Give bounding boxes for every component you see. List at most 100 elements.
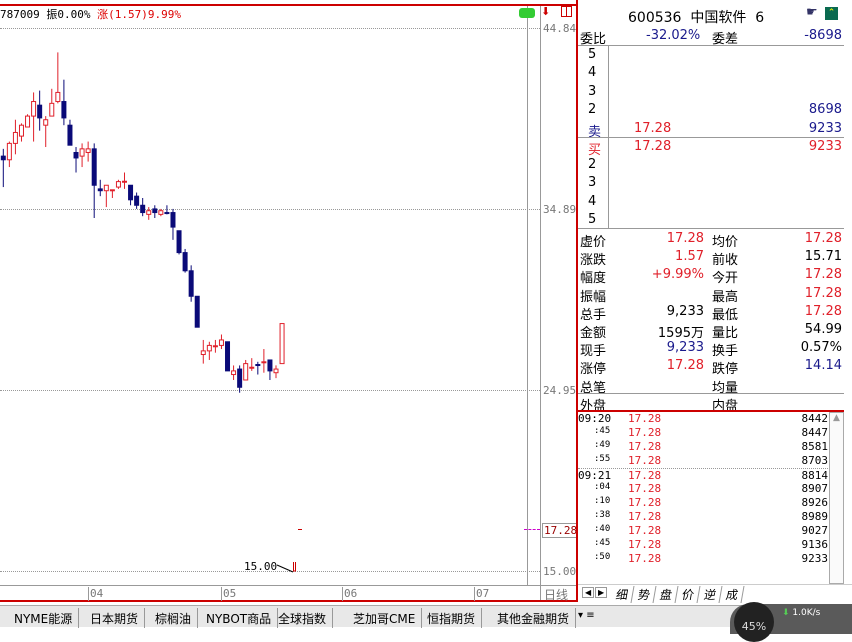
trade-row: :40 17.28 9027 xyxy=(578,524,828,538)
trade-volume: 8926 xyxy=(801,496,829,509)
candle-body xyxy=(188,270,194,297)
candle-body xyxy=(206,344,212,352)
candle-body xyxy=(109,189,115,192)
stat-row: 涨停 17.28 跌停 14.14 xyxy=(580,357,842,378)
candle xyxy=(134,192,140,209)
candle xyxy=(122,172,127,189)
candle-body xyxy=(194,295,200,328)
trade-price: 17.28 xyxy=(628,482,662,495)
candle xyxy=(243,359,249,381)
candle xyxy=(140,197,146,217)
candle-body xyxy=(85,148,91,153)
panel-tab[interactable]: 逆 xyxy=(698,586,723,603)
stat-row: 现手 9,233 换手 0.57% xyxy=(580,339,842,360)
trade-volume: 8703 xyxy=(801,454,829,467)
level-label: 5 xyxy=(588,47,597,62)
stat-value: 9,233 xyxy=(666,340,704,356)
candle xyxy=(115,179,121,189)
trade-time: :45 xyxy=(594,538,611,548)
level-volume: 9233 xyxy=(808,139,842,154)
stat-label: 振幅 xyxy=(580,289,607,305)
trade-price: 17.28 xyxy=(628,538,662,551)
stat-label: 今开 xyxy=(712,271,739,287)
trade-time: :55 xyxy=(594,454,611,464)
stat-row: 幅度 +9.99% 今开 17.28 xyxy=(580,266,842,287)
market-tab[interactable]: 芝加哥CME xyxy=(347,608,423,628)
tab-menu-dropdown-icon[interactable]: ▾ ≡ xyxy=(578,610,595,621)
diff-value: -8698 xyxy=(804,28,842,43)
stat-label: 跌停 xyxy=(712,362,739,378)
candle-body xyxy=(182,252,188,272)
candle-body xyxy=(273,368,279,374)
candle xyxy=(6,141,12,168)
period-label[interactable]: 日线 xyxy=(544,586,568,603)
candle xyxy=(18,123,24,142)
month-label: 07 xyxy=(474,587,490,601)
market-tab[interactable]: 全球指数 xyxy=(272,608,334,628)
stat-row: 振幅 最高 17.28 xyxy=(580,285,842,305)
level-label: 2 xyxy=(588,102,597,118)
candle xyxy=(37,90,43,131)
stat-label: 金额 xyxy=(580,326,607,341)
panel-tab[interactable]: 成 xyxy=(720,586,745,603)
window-toggle-icon[interactable] xyxy=(561,6,572,17)
candle-body xyxy=(61,101,67,119)
level-label: 3 xyxy=(588,83,597,99)
collapse-icon[interactable]: ⌃ xyxy=(825,7,838,20)
candle-body xyxy=(134,195,140,206)
scale-divider xyxy=(540,6,541,602)
market-tab[interactable]: 日本期货 xyxy=(84,608,146,628)
min-marker-pointer xyxy=(276,562,296,573)
candle-body xyxy=(200,350,206,356)
candle-body xyxy=(79,148,85,157)
stat-label: 最高 xyxy=(712,289,739,305)
candle-body xyxy=(225,341,231,372)
sell-level-row: 2 8698 xyxy=(580,101,842,119)
panel-tab[interactable]: 盘 xyxy=(654,586,679,603)
market-tab[interactable]: NYBOT商品 xyxy=(200,608,279,628)
scroll-up-icon[interactable]: ▲ xyxy=(830,413,843,423)
market-tab[interactable]: 恒指期货 xyxy=(421,608,483,628)
stat-label: 量比 xyxy=(712,326,739,341)
stat-label: 换手 xyxy=(712,344,739,360)
trade-time: :04 xyxy=(594,482,611,492)
stat-value: 17.28 xyxy=(804,267,842,283)
scale-label: 44.84 xyxy=(543,22,577,35)
sell-level-row: 3 xyxy=(580,83,842,101)
market-tab[interactable]: 棕榈油 xyxy=(149,608,199,628)
market-tab[interactable]: NYME能源 xyxy=(8,608,80,628)
tab-next-icon[interactable]: ▶ xyxy=(595,587,608,598)
candle-body xyxy=(231,370,237,376)
candle-body xyxy=(140,204,146,214)
candle-body xyxy=(218,339,224,346)
tab-prev-icon[interactable]: ◀ xyxy=(582,587,595,598)
stat-label: 均价 xyxy=(712,235,739,250)
candle-body xyxy=(73,151,79,159)
candle xyxy=(279,323,285,365)
trade-time: :45 xyxy=(594,426,611,436)
trade-row: :45 17.28 9136 xyxy=(578,538,828,552)
candle-body xyxy=(43,119,49,126)
stock-title: 600536 中国软件 6 xyxy=(628,7,764,27)
panel-tab[interactable]: 势 xyxy=(632,586,657,603)
candle xyxy=(25,114,31,128)
arrow-down-icon[interactable]: ⬇ xyxy=(541,5,550,18)
stat-row: 总笔 均量 xyxy=(580,376,842,396)
trade-scrollbar[interactable]: ▲ xyxy=(829,412,844,584)
candle-body xyxy=(237,368,243,388)
trade-row: :45 17.28 8447 xyxy=(578,426,828,440)
candle xyxy=(182,248,188,273)
candle xyxy=(267,359,273,380)
level-label: 2 xyxy=(588,157,597,173)
level-label: 买 xyxy=(588,143,602,158)
candle xyxy=(255,361,261,375)
net-speed-value: 1.0K/s xyxy=(792,608,821,618)
market-tab[interactable]: 其他金融期货 xyxy=(491,608,577,628)
pointer-hand-icon[interactable]: ☛ xyxy=(806,5,818,20)
candle-body xyxy=(91,148,97,186)
trade-price: 17.28 xyxy=(628,426,662,439)
panel-tab[interactable]: 价 xyxy=(676,586,701,603)
panel-tab[interactable]: 细 xyxy=(610,586,635,603)
stat-label: 涨跌 xyxy=(580,253,607,269)
kline-chart[interactable]: 787009 振0.00% 涨(1.57)9.99% ⬇ 44.84 34.89… xyxy=(0,0,580,603)
